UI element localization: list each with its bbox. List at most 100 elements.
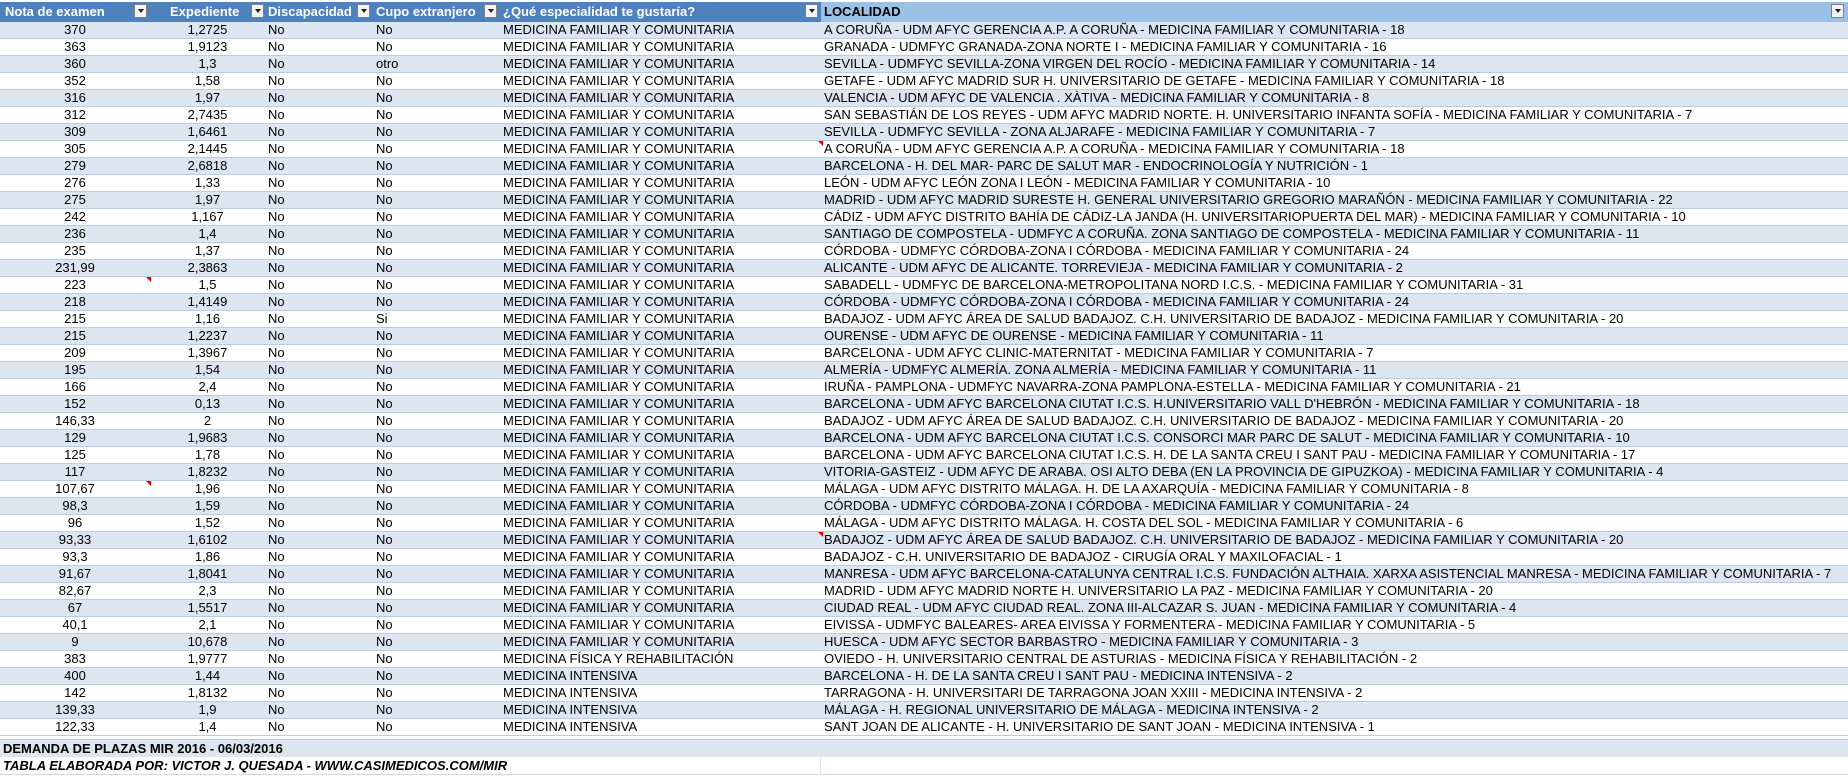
discapacidad-cell[interactable]: No	[266, 328, 375, 344]
expediente-cell[interactable]: 1,5	[150, 277, 265, 293]
table-row[interactable]: 125 1,78 No No MEDICINA FAMILIAR Y COMUNITAR…	[0, 447, 1848, 464]
especialidad-cell[interactable]: MEDICINA FAMILIAR Y COMUNITARIA	[501, 362, 821, 378]
cupo-extranjero-cell[interactable]: No	[374, 583, 501, 599]
especialidad-cell[interactable]: MEDICINA FAMILIAR Y COMUNITARIA	[501, 260, 821, 276]
especialidad-cell[interactable]: MEDICINA FAMILIAR Y COMUNITARIA	[501, 226, 821, 242]
table-row[interactable]: 370 1,2725 No No MEDICINA FAMILIAR Y COMUNIT…	[0, 22, 1848, 39]
expediente-cell[interactable]: 1,58	[150, 73, 265, 89]
header-localidad[interactable]: LOCALIDAD	[821, 2, 1848, 22]
table-row[interactable]: 316 1,97 No No MEDICINA FAMILIAR Y COMUNITAR…	[0, 90, 1848, 107]
table-row[interactable]: 117 1,8232 No No MEDICINA FAMILIAR Y COMUNIT…	[0, 464, 1848, 481]
table-row[interactable]: 215 1,16 No Si MEDICINA FAMILIAR Y COMUNITAR…	[0, 311, 1848, 328]
especialidad-cell[interactable]: MEDICINA FAMILIAR Y COMUNITARIA	[501, 73, 821, 89]
especialidad-cell[interactable]: MEDICINA FAMILIAR Y COMUNITARIA	[501, 39, 821, 55]
cupo-extranjero-cell[interactable]: No	[374, 124, 501, 140]
cupo-extranjero-cell[interactable]: No	[374, 600, 501, 616]
especialidad-cell[interactable]: MEDICINA FAMILIAR Y COMUNITARIA	[501, 311, 821, 327]
especialidad-cell[interactable]: MEDICINA FAMILIAR Y COMUNITARIA	[501, 158, 821, 174]
cupo-extranjero-cell[interactable]: No	[374, 226, 501, 242]
cupo-extranjero-cell[interactable]: No	[374, 107, 501, 123]
nota-examen-cell[interactable]: 67	[0, 600, 150, 616]
discapacidad-cell[interactable]: No	[266, 175, 375, 191]
header-expediente[interactable]: Expediente	[170, 2, 239, 22]
discapacidad-cell[interactable]: No	[266, 39, 375, 55]
discapacidad-cell[interactable]: No	[266, 515, 375, 531]
cupo-extranjero-cell[interactable]: No	[374, 668, 501, 684]
table-row[interactable]: 309 1,6461 No No MEDICINA FAMILIAR Y COMUNIT…	[0, 124, 1848, 141]
discapacidad-cell[interactable]: No	[266, 600, 375, 616]
expediente-cell[interactable]: 2,1	[150, 617, 265, 633]
especialidad-cell[interactable]: MEDICINA FAMILIAR Y COMUNITARIA	[501, 583, 821, 599]
nota-examen-cell[interactable]: 139,33	[0, 702, 150, 718]
discapacidad-cell[interactable]: No	[266, 651, 375, 667]
table-row[interactable]: 275 1,97 No No MEDICINA FAMILIAR Y COMUNITAR…	[0, 192, 1848, 209]
discapacidad-cell[interactable]: No	[266, 413, 375, 429]
cupo-extranjero-cell[interactable]: No	[374, 549, 501, 565]
table-row[interactable]: 129 1,9683 No No MEDICINA FAMILIAR Y COMUNIT…	[0, 430, 1848, 447]
nota-examen-cell[interactable]: 215	[0, 311, 150, 327]
cupo-extranjero-cell[interactable]: No	[374, 379, 501, 395]
cupo-extranjero-cell[interactable]: No	[374, 702, 501, 718]
especialidad-cell[interactable]: MEDICINA FAMILIAR Y COMUNITARIA	[501, 566, 821, 582]
table-row[interactable]: 305 2,1445 No No MEDICINA FAMILIAR Y COMUNIT…	[0, 141, 1848, 158]
cupo-extranjero-cell[interactable]: No	[374, 498, 501, 514]
nota-examen-cell[interactable]: 91,67	[0, 566, 150, 582]
cupo-extranjero-cell[interactable]: No	[374, 447, 501, 463]
nota-examen-cell[interactable]: 360	[0, 56, 150, 72]
nota-examen-cell[interactable]: 215	[0, 328, 150, 344]
especialidad-cell[interactable]: MEDICINA FAMILIAR Y COMUNITARIA	[501, 447, 821, 463]
header-discapacidad[interactable]: Discapacidad	[268, 2, 352, 22]
discapacidad-cell[interactable]: No	[266, 430, 375, 446]
especialidad-cell[interactable]: MEDICINA FAMILIAR Y COMUNITARIA	[501, 413, 821, 429]
nota-examen-cell[interactable]: 107,67	[0, 481, 150, 497]
nota-examen-cell[interactable]: 125	[0, 447, 150, 463]
especialidad-cell[interactable]: MEDICINA FAMILIAR Y COMUNITARIA	[501, 277, 821, 293]
localidad-cell[interactable]: EIVISSA - UDMFYC BALEARES- AREA EIVISSA …	[822, 617, 1848, 633]
localidad-cell[interactable]: CIUDAD REAL - UDM AFYC CIUDAD REAL. ZONA…	[822, 600, 1848, 616]
expediente-cell[interactable]: 1,33	[150, 175, 265, 191]
nota-examen-cell[interactable]: 231,99	[0, 260, 150, 276]
discapacidad-cell[interactable]: No	[266, 685, 375, 701]
nota-examen-cell[interactable]: 275	[0, 192, 150, 208]
especialidad-cell[interactable]: MEDICINA FAMILIAR Y COMUNITARIA	[501, 22, 821, 38]
table-row[interactable]: 242 1,167 No No MEDICINA FAMILIAR Y COMUNITA…	[0, 209, 1848, 226]
localidad-cell[interactable]: BADAJOZ - UDM AFYC ÁREA DE SALUD BADAJOZ…	[822, 413, 1848, 429]
header-nota-examen[interactable]: Nota de examen	[5, 2, 105, 22]
nota-examen-cell[interactable]: 209	[0, 345, 150, 361]
nota-examen-cell[interactable]: 316	[0, 90, 150, 106]
especialidad-cell[interactable]: MEDICINA FAMILIAR Y COMUNITARIA	[501, 617, 821, 633]
localidad-cell[interactable]: HUESCA - UDM AFYC SECTOR BARBASTRO - MED…	[822, 634, 1848, 650]
discapacidad-cell[interactable]: No	[266, 549, 375, 565]
cupo-extranjero-cell[interactable]: No	[374, 22, 501, 38]
filter-dropdown-icon[interactable]	[484, 4, 497, 18]
cupo-extranjero-cell[interactable]: No	[374, 39, 501, 55]
nota-examen-cell[interactable]: 93,33	[0, 532, 150, 548]
localidad-cell[interactable]: SANTIAGO DE COMPOSTELA - UDMFYC A CORUÑA…	[822, 226, 1848, 242]
expediente-cell[interactable]: 1,4149	[150, 294, 265, 310]
nota-examen-cell[interactable]: 400	[0, 668, 150, 684]
especialidad-cell[interactable]: MEDICINA FAMILIAR Y COMUNITARIA	[501, 430, 821, 446]
localidad-cell[interactable]: SAN SEBASTIÁN DE LOS REYES - UDM AFYC MA…	[822, 107, 1848, 123]
especialidad-cell[interactable]: MEDICINA FAMILIAR Y COMUNITARIA	[501, 124, 821, 140]
table-row[interactable]: 82,67 2,3 No No MEDICINA FAMILIAR Y COMUNITA…	[0, 583, 1848, 600]
discapacidad-cell[interactable]: No	[266, 668, 375, 684]
expediente-cell[interactable]: 1,97	[150, 192, 265, 208]
discapacidad-cell[interactable]: No	[266, 124, 375, 140]
discapacidad-cell[interactable]: No	[266, 719, 375, 735]
header-cupo-extranjero[interactable]: Cupo extranjero	[376, 2, 476, 22]
table-row[interactable]: 209 1,3967 No No MEDICINA FAMILIAR Y COMUNIT…	[0, 345, 1848, 362]
cupo-extranjero-cell[interactable]: No	[374, 277, 501, 293]
discapacidad-cell[interactable]: No	[266, 311, 375, 327]
table-row[interactable]: 152 0,13 No No MEDICINA FAMILIAR Y COMUNITAR…	[0, 396, 1848, 413]
localidad-cell[interactable]: BADAJOZ - C.H. UNIVERSITARIO DE BADAJOZ …	[822, 549, 1848, 565]
discapacidad-cell[interactable]: No	[266, 498, 375, 514]
cupo-extranjero-cell[interactable]: Si	[374, 311, 501, 327]
especialidad-cell[interactable]: MEDICINA FAMILIAR Y COMUNITARIA	[501, 294, 821, 310]
localidad-cell[interactable]: MÁLAGA - UDM AFYC DISTRITO MÁLAGA. H. CO…	[822, 515, 1848, 531]
especialidad-cell[interactable]: MEDICINA FAMILIAR Y COMUNITARIA	[501, 634, 821, 650]
cupo-extranjero-cell[interactable]: No	[374, 209, 501, 225]
expediente-cell[interactable]: 1,5517	[150, 600, 265, 616]
especialidad-cell[interactable]: MEDICINA FAMILIAR Y COMUNITARIA	[501, 549, 821, 565]
expediente-cell[interactable]: 1,37	[150, 243, 265, 259]
table-row[interactable]: 279 2,6818 No No MEDICINA FAMILIAR Y COMUNIT…	[0, 158, 1848, 175]
